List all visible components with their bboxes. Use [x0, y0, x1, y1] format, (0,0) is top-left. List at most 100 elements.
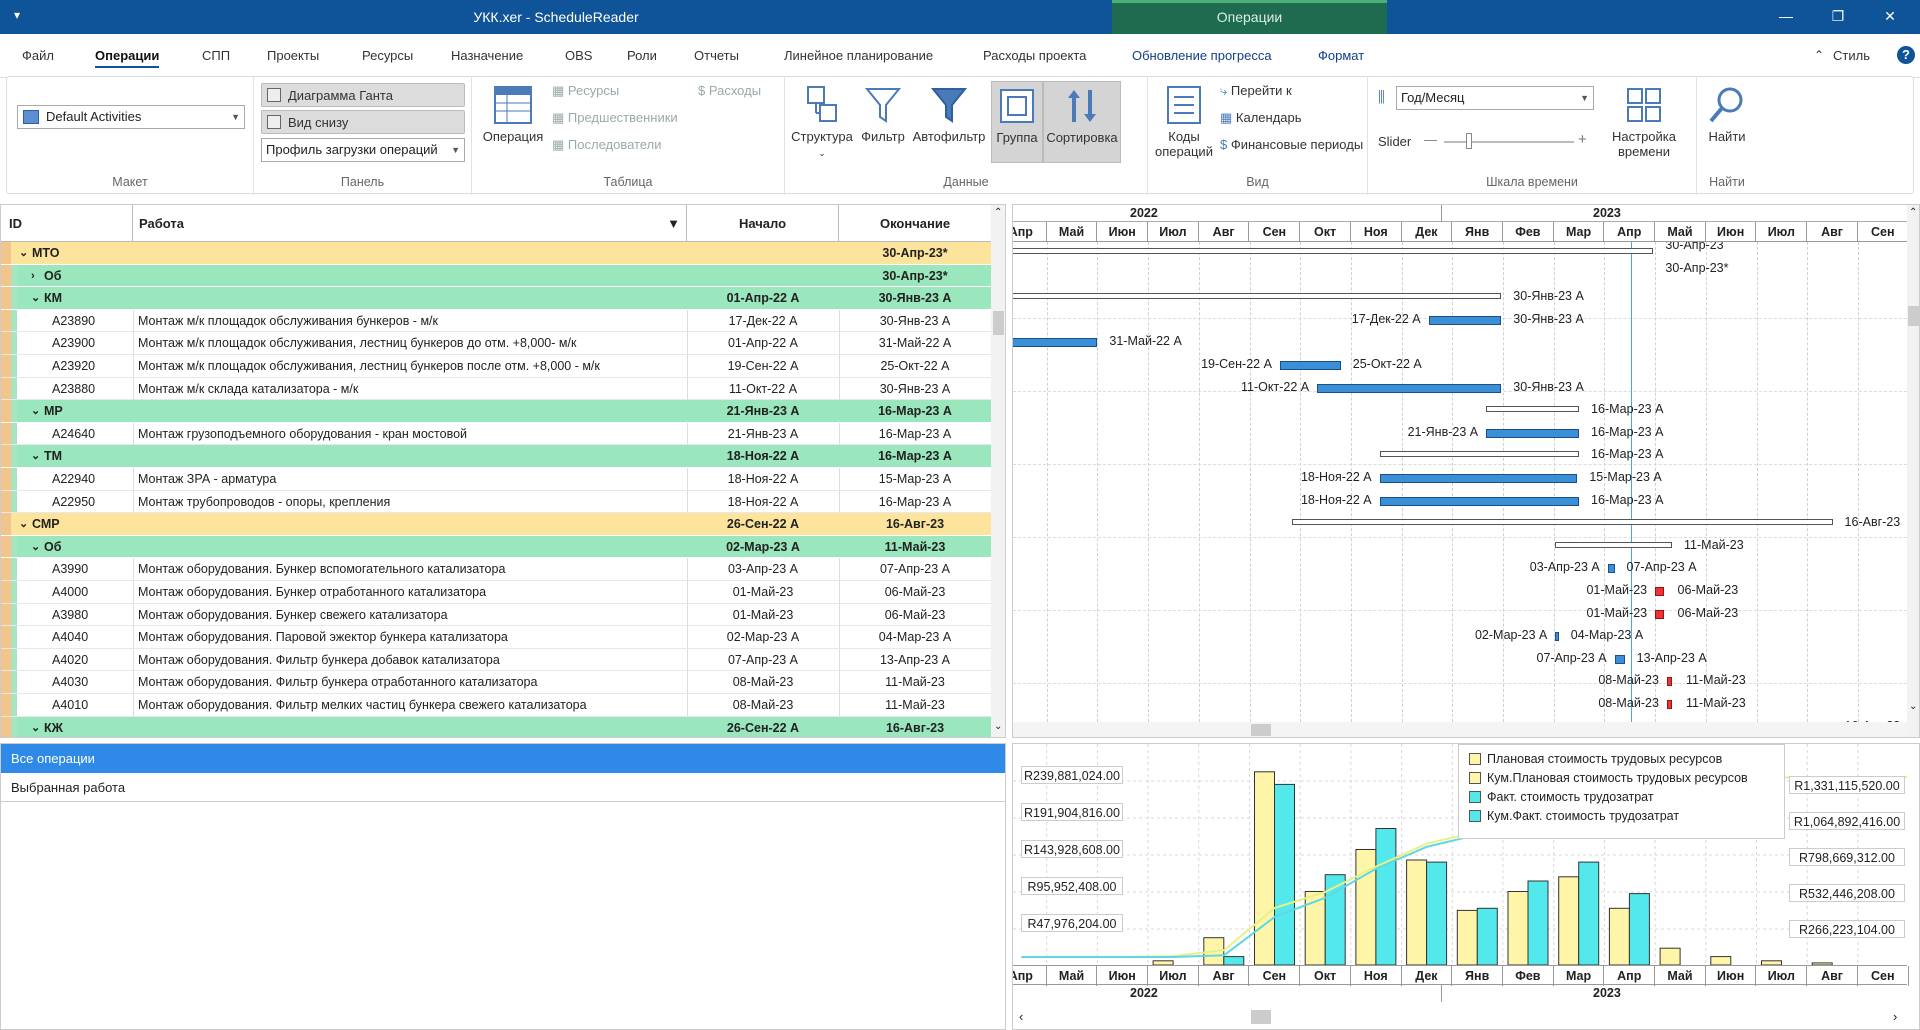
- group-button[interactable]: Группа: [991, 81, 1043, 163]
- activity-row[interactable]: A23880 Монтаж м/к склада катализатора - м…: [1, 377, 991, 401]
- maximize-button[interactable]: ❐: [1828, 8, 1848, 25]
- scroll-up-icon[interactable]: ⌃: [994, 207, 1002, 218]
- timescale-settings-button[interactable]: Настройка времени: [1604, 83, 1684, 159]
- activity-bar[interactable]: [1317, 383, 1502, 393]
- histogram-hscroll-thumb[interactable]: [1251, 1010, 1271, 1024]
- activity-bar[interactable]: [1379, 474, 1578, 483]
- sort-button[interactable]: Сортировка: [1043, 81, 1121, 163]
- histogram-horizontal-scrollbar[interactable]: ‹ ›: [1013, 1006, 1907, 1028]
- summary-bar[interactable]: [1555, 541, 1672, 548]
- minimize-button[interactable]: —: [1776, 8, 1796, 24]
- activity-bar[interactable]: [1607, 564, 1615, 574]
- activity-row[interactable]: A4000 Монтаж оборудования. Бункер отработ…: [1, 581, 991, 604]
- scroll-down-icon[interactable]: ⌄: [994, 721, 1002, 732]
- gantt-vertical-scrollbar[interactable]: ⌃ ⌄: [1907, 205, 1919, 737]
- tab-progress-update[interactable]: Обновление прогресса: [1132, 48, 1272, 63]
- col-header-work[interactable]: Работа ▼: [133, 205, 687, 242]
- group-row[interactable]: › Об 30-Апр-23*: [1, 264, 991, 288]
- summary-bar[interactable]: [1379, 451, 1580, 458]
- gantt-toggle-button[interactable]: Диаграмма Ганта: [261, 83, 465, 107]
- activity-row[interactable]: A24640 Монтаж грузоподъемного оборудовани…: [1, 422, 991, 446]
- tab-assignment[interactable]: Назначение: [451, 48, 523, 63]
- gantt-scroll-thumb[interactable]: [1908, 306, 1919, 326]
- gantt-horizontal-scrollbar[interactable]: [1013, 722, 1907, 737]
- chevron-down-icon[interactable]: ⌄: [19, 242, 28, 264]
- scroll-right-icon[interactable]: ›: [1893, 1009, 1897, 1024]
- tab-reports[interactable]: Отчеты: [694, 48, 739, 63]
- chevron-down-icon[interactable]: ⌄: [31, 717, 40, 737]
- collapse-ribbon-icon[interactable]: ⌃: [1814, 48, 1824, 62]
- activity-row[interactable]: A23920 Монтаж м/к площадок обслуживания, …: [1, 355, 991, 378]
- col-header-id[interactable]: ID: [1, 205, 133, 242]
- activity-bar[interactable]: [1486, 428, 1580, 438]
- profile-combo[interactable]: Профиль загрузки операций ▼: [261, 138, 465, 162]
- summary-bar[interactable]: [1013, 248, 1654, 254]
- tab-roles[interactable]: Роли: [627, 48, 657, 63]
- grid-vertical-scrollbar[interactable]: ⌃ ⌄: [991, 205, 1005, 737]
- group-row[interactable]: ⌄ ТМ 18-Ноя-22 A 16-Мар-23 A: [1, 445, 991, 468]
- all-operations-item[interactable]: Все операции: [1, 744, 1005, 773]
- timescale-slider-thumb[interactable]: [1466, 133, 1472, 149]
- activity-bar[interactable]: [1013, 338, 1098, 348]
- chevron-down-icon[interactable]: ⌄: [31, 400, 40, 422]
- tab-wbs[interactable]: СПП: [202, 48, 230, 63]
- chevron-right-icon[interactable]: ›: [31, 265, 35, 287]
- tab-project-expenses[interactable]: Расходы проекта: [983, 48, 1086, 63]
- style-menu[interactable]: Стиль: [1833, 48, 1870, 63]
- operation-button[interactable]: Операция: [478, 83, 548, 144]
- col-header-start[interactable]: Начало: [687, 205, 839, 242]
- goto-button[interactable]: ⤷ Перейти к: [1220, 83, 1292, 99]
- resources-button[interactable]: ▦ Ресурсы: [552, 83, 619, 99]
- predecessors-button[interactable]: ▦ Предшественники: [552, 110, 678, 126]
- activity-row[interactable]: A4030 Монтаж оборудования. Фильтр бункера…: [1, 671, 991, 694]
- activity-bar[interactable]: [1666, 677, 1672, 687]
- activity-row[interactable]: A23900 Монтаж м/к площадок обслуживания, …: [1, 332, 991, 355]
- activity-bar[interactable]: [1379, 496, 1580, 506]
- filter-button[interactable]: Фильтр: [855, 83, 911, 144]
- zoom-in-icon[interactable]: +: [1578, 131, 1587, 148]
- activity-bar[interactable]: [1428, 315, 1502, 325]
- tab-obs[interactable]: OBS: [565, 48, 592, 63]
- activity-row[interactable]: A4010 Монтаж оборудования. Фильтр мелких …: [1, 694, 991, 717]
- zoom-out-icon[interactable]: —: [1424, 132, 1437, 147]
- scroll-up-icon[interactable]: ⌃: [1909, 207, 1917, 218]
- chevron-down-icon[interactable]: ⌄: [31, 445, 40, 467]
- chevron-down-icon[interactable]: ⌄: [19, 513, 28, 535]
- activity-bar[interactable]: [1655, 609, 1664, 619]
- calendar-button[interactable]: ▦ Календарь: [1220, 110, 1302, 126]
- activity-bar[interactable]: [1666, 700, 1672, 709]
- timescale-combo[interactable]: Год/Месяц ▼: [1396, 86, 1594, 110]
- selected-work-item[interactable]: Выбранная работа: [1, 773, 1005, 802]
- activity-bar[interactable]: [1279, 361, 1341, 370]
- tab-file[interactable]: Файл: [22, 48, 54, 63]
- tab-projects[interactable]: Проекты: [267, 48, 319, 63]
- activity-row[interactable]: A3980 Монтаж оборудования. Бункер свежего…: [1, 603, 991, 627]
- summary-bar[interactable]: [1486, 406, 1580, 413]
- tab-linear-planning[interactable]: Линейное планирование: [784, 48, 933, 63]
- activity-codes-button[interactable]: Коды операций: [1154, 83, 1214, 159]
- chevron-down-icon[interactable]: ⌄: [31, 287, 40, 309]
- group-row[interactable]: ⌄ МР 21-Янв-23 A 16-Мар-23 A: [1, 400, 991, 423]
- activity-row[interactable]: A22940 Монтаж ЗРА - арматура 18-Ноя-22 A 15…: [1, 468, 991, 491]
- find-button[interactable]: Найти: [1701, 83, 1753, 144]
- tab-resources[interactable]: Ресурсы: [362, 48, 413, 63]
- tab-format[interactable]: Формат: [1318, 48, 1364, 63]
- group-row[interactable]: ⌄ КЖ 26-Сен-22 A 16-Авг-23: [1, 716, 991, 737]
- successors-button[interactable]: ▦ Последователи: [552, 137, 661, 153]
- tab-operations[interactable]: Операции: [95, 48, 160, 68]
- group-row[interactable]: ⌄ МТО 30-Апр-23*: [1, 242, 991, 265]
- chevron-down-icon[interactable]: ⌄: [31, 536, 40, 558]
- scroll-left-icon[interactable]: ‹: [1019, 1009, 1023, 1024]
- structure-button[interactable]: Структура ⌄: [789, 83, 855, 159]
- layout-combo[interactable]: Default Activities ▼: [17, 105, 245, 129]
- close-button[interactable]: ✕: [1880, 8, 1900, 25]
- activity-row[interactable]: A22950 Монтаж трубопроводов - опоры, креп…: [1, 490, 991, 514]
- fin-periods-button[interactable]: $ Финансовые периоды: [1220, 137, 1363, 152]
- scroll-down-icon[interactable]: ⌄: [1909, 701, 1917, 712]
- help-icon[interactable]: ?: [1897, 46, 1915, 64]
- activity-row[interactable]: A4040 Монтаж оборудования. Паровой эжекто…: [1, 626, 991, 649]
- activity-row[interactable]: A3990 Монтаж оборудования. Бункер вспомог…: [1, 558, 991, 581]
- summary-bar[interactable]: [1013, 293, 1502, 300]
- activity-bar[interactable]: [1614, 654, 1625, 664]
- autofilter-button[interactable]: Автофильтр: [911, 83, 987, 144]
